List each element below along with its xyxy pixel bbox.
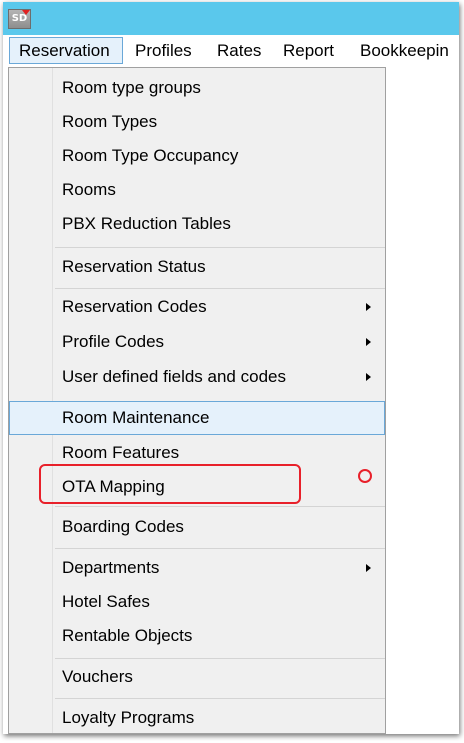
menu-item-reservation-status[interactable]: Reservation Status bbox=[9, 251, 385, 283]
title-bar: SD bbox=[3, 2, 459, 35]
menu-rates[interactable]: Rates bbox=[217, 37, 261, 64]
menu-reservation[interactable]: Reservation bbox=[9, 37, 123, 64]
menu-item-pbx-reduction-tables[interactable]: PBX Reduction Tables bbox=[9, 208, 385, 240]
menu-separator bbox=[55, 548, 385, 549]
menu-item-user-defined-fields[interactable]: User defined fields and codes bbox=[9, 361, 385, 393]
menu-item-label: Room type groups bbox=[62, 78, 201, 97]
menu-item-hotel-safes[interactable]: Hotel Safes bbox=[9, 586, 385, 618]
app-logo-marker bbox=[22, 10, 30, 15]
menu-item-label: Room Type Occupancy bbox=[62, 146, 239, 165]
menu-item-rooms[interactable]: Rooms bbox=[9, 174, 385, 206]
menu-item-label: Reservation Status bbox=[62, 257, 206, 276]
menu-item-label: Room Types bbox=[62, 112, 158, 131]
annotation-highlight-box bbox=[39, 464, 301, 504]
menu-item-label: Boarding Codes bbox=[62, 517, 184, 536]
menu-profiles[interactable]: Profiles bbox=[135, 37, 192, 64]
menu-item-room-maintenance[interactable]: Room Maintenance bbox=[9, 401, 385, 435]
menu-separator bbox=[55, 288, 385, 289]
menu-item-label: Loyalty Programs bbox=[62, 708, 195, 727]
submenu-arrow-icon bbox=[366, 564, 371, 572]
menu-item-departments[interactable]: Departments bbox=[9, 552, 385, 584]
reservation-dropdown-menu: Room type groups Room Types Room Type Oc… bbox=[8, 67, 386, 734]
menu-item-label: Reservation Codes bbox=[62, 297, 207, 316]
menu-item-label: Rentable Objects bbox=[62, 626, 193, 645]
menu-item-profile-codes[interactable]: Profile Codes bbox=[9, 326, 385, 358]
menu-item-loyalty-programs[interactable]: Loyalty Programs bbox=[9, 702, 385, 734]
menu-separator bbox=[55, 506, 385, 507]
menu-item-boarding-codes[interactable]: Boarding Codes bbox=[9, 511, 385, 543]
menu-report[interactable]: Report bbox=[283, 37, 334, 64]
annotation-circle-marker bbox=[358, 469, 372, 483]
app-logo-icon[interactable]: SD bbox=[8, 9, 31, 29]
menu-item-room-type-groups[interactable]: Room type groups bbox=[9, 72, 385, 104]
menu-item-reservation-codes[interactable]: Reservation Codes bbox=[9, 291, 385, 323]
menu-item-rentable-objects[interactable]: Rentable Objects bbox=[9, 620, 385, 652]
app-window: SD Reservation Profiles Rates Report Boo… bbox=[3, 2, 459, 734]
menu-bar: Reservation Profiles Rates Report Bookke… bbox=[3, 35, 459, 67]
menu-separator bbox=[55, 698, 385, 699]
menu-item-label: Departments bbox=[62, 558, 160, 577]
menu-item-label: Profile Codes bbox=[62, 332, 165, 351]
menu-item-room-types[interactable]: Room Types bbox=[9, 106, 385, 138]
submenu-arrow-icon bbox=[366, 303, 371, 311]
menu-separator bbox=[55, 247, 385, 248]
menu-item-room-type-occupancy[interactable]: Room Type Occupancy bbox=[9, 140, 385, 172]
menu-separator bbox=[55, 658, 385, 659]
menu-item-label: Room Maintenance bbox=[62, 408, 210, 427]
menu-item-label: Hotel Safes bbox=[62, 592, 150, 611]
menu-bookkeeping[interactable]: Bookkeepin bbox=[360, 37, 449, 64]
submenu-arrow-icon bbox=[366, 338, 371, 346]
menu-item-label: Vouchers bbox=[62, 667, 133, 686]
menu-item-vouchers[interactable]: Vouchers bbox=[9, 661, 385, 693]
menu-item-label: User defined fields and codes bbox=[62, 367, 286, 386]
menu-item-label: Rooms bbox=[62, 180, 116, 199]
submenu-arrow-icon bbox=[366, 373, 371, 381]
menu-item-label: PBX Reduction Tables bbox=[62, 214, 231, 233]
